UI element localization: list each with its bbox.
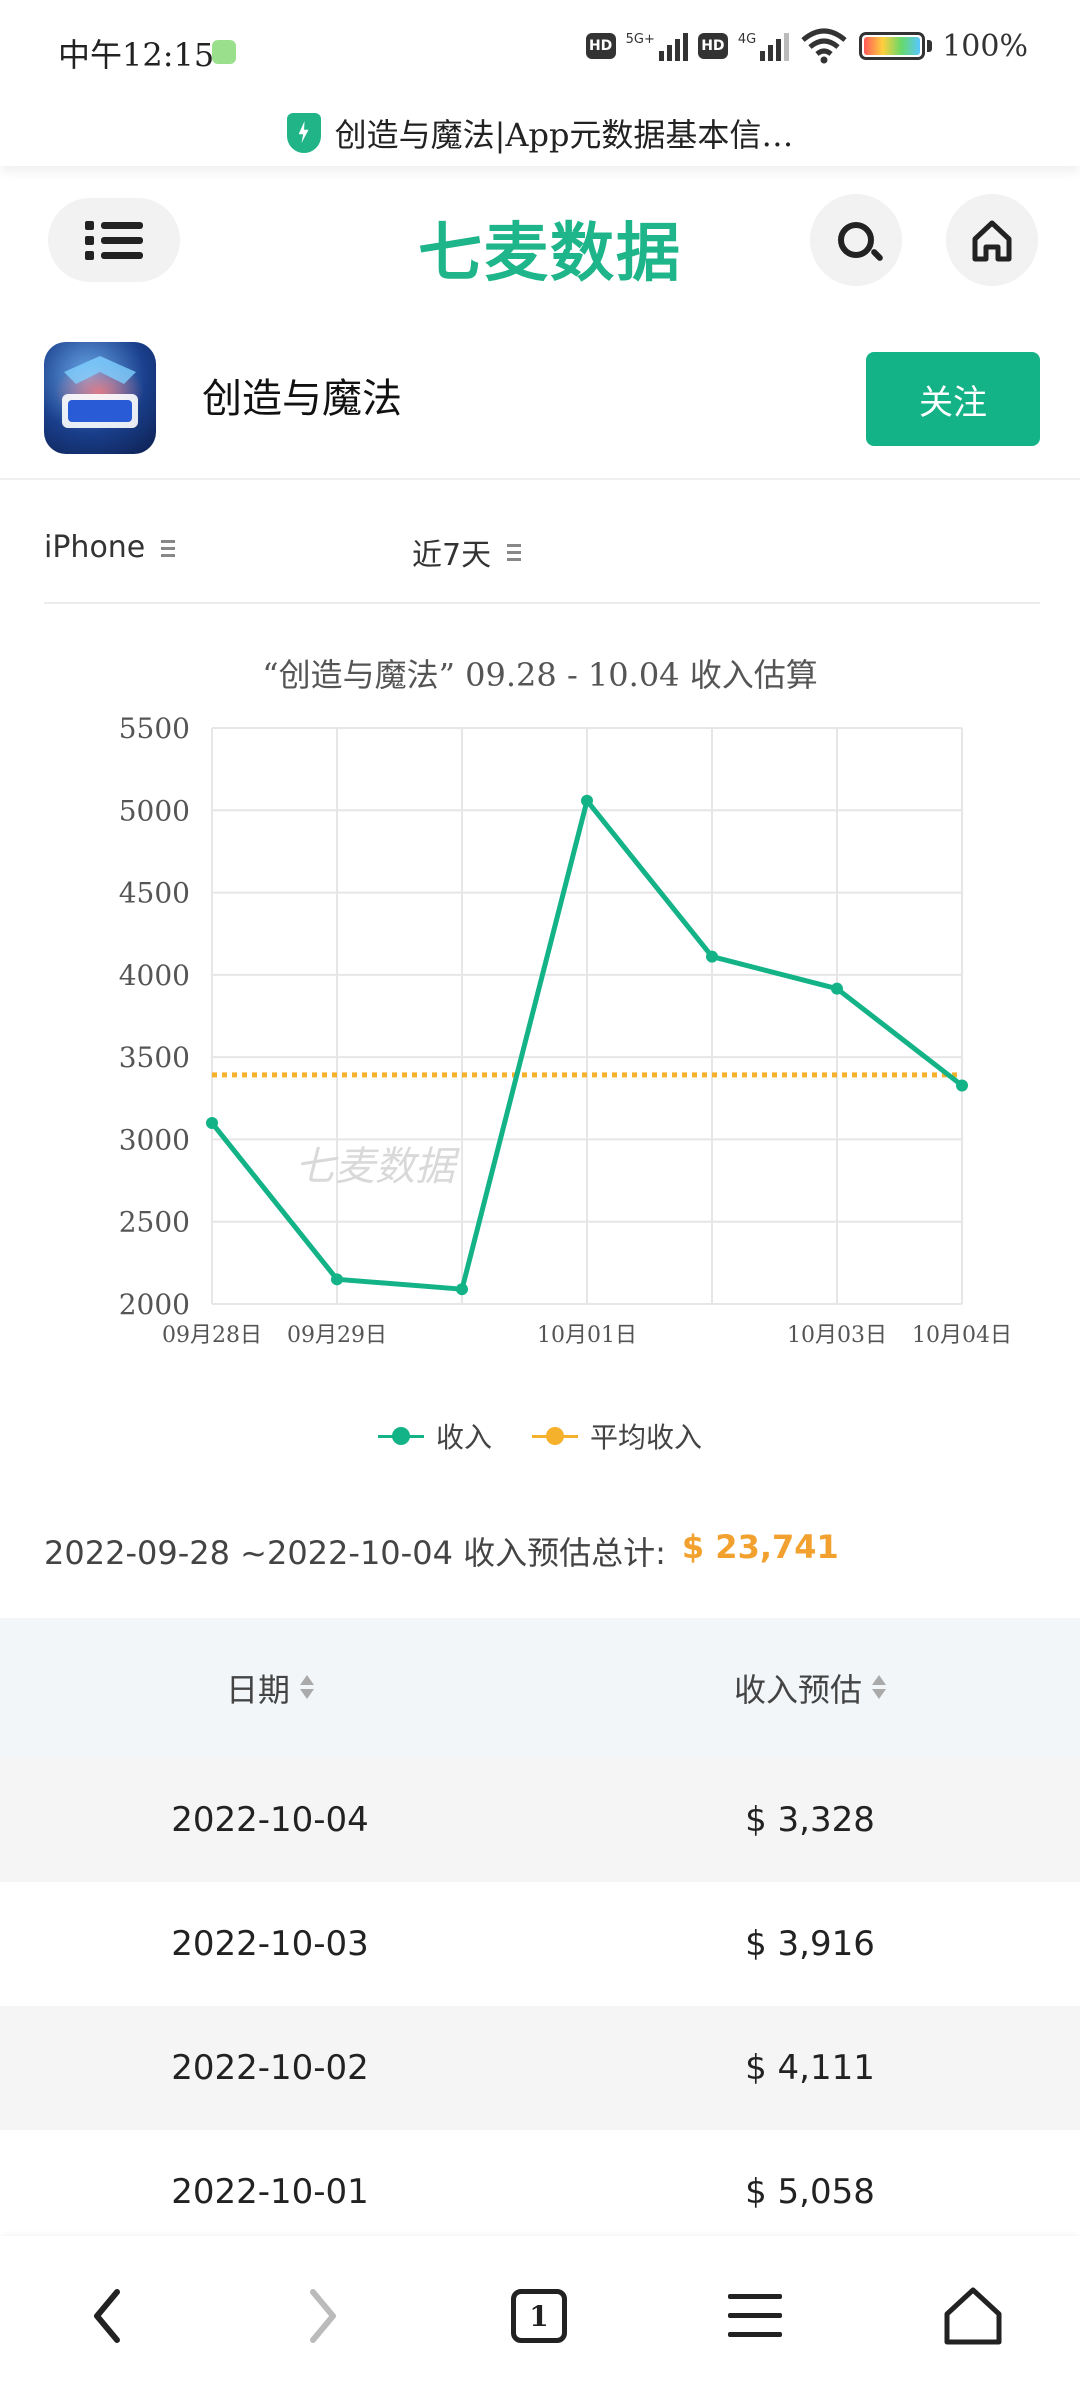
table-cell-revenue: $ 3,916	[745, 1924, 875, 1964]
network-label-1: 5G+	[625, 31, 655, 47]
app-info-row: 创造与魔法 关注	[0, 316, 1080, 480]
sort-icon	[872, 1673, 886, 1703]
security-shield-icon	[286, 113, 321, 153]
device-filter-label: iPhone	[44, 530, 146, 565]
x-tick-label: 09月29日	[287, 1323, 387, 1348]
table-cell-revenue: $ 4,111	[745, 2048, 875, 2088]
table-cell-date: 2022-10-02	[171, 2048, 369, 2088]
site-header: 七麦数据	[0, 166, 1080, 316]
chart-title: “创造与魔法” 09.28 - 10.04 收入估算	[262, 656, 818, 694]
chart-watermark: 七麦数据	[295, 1144, 460, 1190]
chevron-right-icon	[310, 2289, 336, 2343]
summary-total: $ 23,741	[681, 1528, 839, 1566]
column-header-revenue[interactable]: 收入预估	[540, 1618, 1080, 1758]
browser-bottom-nav: 1	[0, 2236, 1080, 2400]
x-tick-label: 10月03日	[787, 1323, 887, 1348]
page-title: 创造与魔法|App元数据基本信…	[334, 116, 794, 154]
y-tick-label: 3500	[119, 1041, 190, 1074]
menu-button[interactable]	[48, 198, 180, 282]
tabs-button[interactable]: 1	[494, 2276, 584, 2356]
x-tick-label: 09月28日	[162, 1323, 262, 1348]
status-icons: HD 5G+ HD 4G 100%	[585, 28, 1028, 64]
table-header: 日期 收入预估	[0, 1618, 1080, 1758]
home-icon	[972, 220, 1012, 262]
period-filter[interactable]: 近7天	[412, 530, 522, 574]
y-tick-label: 4500	[119, 877, 190, 910]
data-point-revenue	[956, 1079, 968, 1092]
signal-icon-2	[760, 31, 790, 61]
dropdown-lines-icon	[507, 542, 522, 562]
legend-item-average[interactable]: 平均收入	[532, 1416, 702, 1456]
y-tick-label: 5000	[119, 794, 190, 827]
data-point-revenue	[581, 794, 593, 807]
battery-icon	[859, 32, 926, 60]
column-header-date[interactable]: 日期	[0, 1618, 540, 1758]
y-tick-label: 5500	[119, 712, 190, 745]
summary-range: 2022-09-28 ~2022-10-04 收入预估总计:	[44, 1534, 666, 1572]
status-time: 中午12:15	[58, 36, 215, 74]
y-tick-label: 3000	[119, 1123, 190, 1156]
column-header-date-label: 日期	[225, 1671, 290, 1709]
legend-marker-average	[532, 1426, 578, 1446]
forward-button[interactable]	[278, 2276, 368, 2356]
hamburger-icon	[728, 2294, 782, 2338]
battery-tip	[927, 40, 933, 52]
legend-item-revenue[interactable]: 收入	[377, 1416, 492, 1456]
revenue-chart: 2000 2500 3000 3500 4000 4500 5000 5500 09月28日 09…	[119, 712, 1012, 1348]
wifi-icon	[801, 28, 847, 64]
sort-icon	[300, 1673, 314, 1703]
data-point-revenue	[706, 950, 718, 963]
search-icon	[838, 222, 874, 258]
search-button[interactable]	[810, 194, 902, 286]
table-cell-date: 2022-10-04	[171, 1800, 369, 1840]
filter-bar: iPhone 近7天	[44, 482, 1040, 604]
table-row: 2022-10-04 $ 3,328	[0, 1758, 1080, 1882]
follow-button[interactable]: 关注	[866, 352, 1040, 446]
table-row: 2022-10-03 $ 3,916	[0, 1882, 1080, 2006]
x-tick-label: 10月01日	[537, 1323, 637, 1348]
chevron-left-icon	[94, 2289, 120, 2343]
signal-icon	[658, 31, 688, 61]
x-tick-label: 10月04日	[912, 1323, 1012, 1348]
notification-icon	[212, 40, 236, 64]
period-filter-label: 近7天	[412, 538, 492, 573]
network-label-2: 4G	[737, 31, 757, 47]
legend-marker-revenue	[377, 1426, 424, 1446]
data-point-revenue	[456, 1283, 468, 1296]
url-bar[interactable]: 创造与魔法|App元数据基本信…	[0, 100, 1080, 166]
column-header-revenue-label: 收入预估	[733, 1671, 862, 1709]
battery-percent: 100%	[942, 28, 1028, 64]
device-filter[interactable]: iPhone	[44, 530, 176, 565]
home-outline-icon	[944, 2287, 1002, 2345]
app-icon-art	[62, 356, 138, 428]
hd-icon-2: HD	[697, 33, 728, 59]
site-logo[interactable]: 七麦数据	[418, 202, 682, 294]
hd-icon: HD	[585, 33, 616, 59]
table-row: 2022-10-02 $ 4,111	[0, 2006, 1080, 2130]
data-point-revenue	[331, 1273, 343, 1286]
table-cell-revenue: $ 3,328	[745, 1800, 875, 1840]
data-point-revenue	[831, 982, 843, 995]
app-name: 创造与魔法	[202, 376, 402, 422]
home-button[interactable]	[946, 194, 1038, 286]
chart-legend: 收入 平均收入	[0, 1416, 1080, 1456]
browser-menu-button[interactable]	[710, 2276, 800, 2356]
y-tick-label: 2500	[119, 1206, 190, 1239]
data-point-revenue	[206, 1116, 218, 1129]
revenue-summary: 2022-09-28 ~2022-10-04 收入预估总计: $ 23,741	[44, 1528, 839, 1574]
table-cell-date: 2022-10-03	[171, 1924, 369, 1964]
y-tick-label: 4000	[119, 959, 190, 992]
legend-label-average: 平均收入	[590, 1421, 703, 1454]
legend-label-revenue: 收入	[435, 1421, 492, 1454]
back-button[interactable]	[62, 2276, 152, 2356]
dropdown-lines-icon	[161, 538, 176, 558]
browser-home-button[interactable]	[928, 2276, 1018, 2356]
app-icon[interactable]	[44, 342, 156, 454]
status-bar: 中午12:15 HD 5G+ HD 4G 100%	[0, 0, 1080, 100]
tab-count: 1	[511, 2289, 567, 2343]
revenue-table: 日期 收入预估 2022-10-04 $ 3,328 2022-10-03 $ …	[0, 1618, 1080, 2254]
list-icon	[85, 220, 143, 260]
y-tick-label: 2000	[119, 1288, 190, 1321]
